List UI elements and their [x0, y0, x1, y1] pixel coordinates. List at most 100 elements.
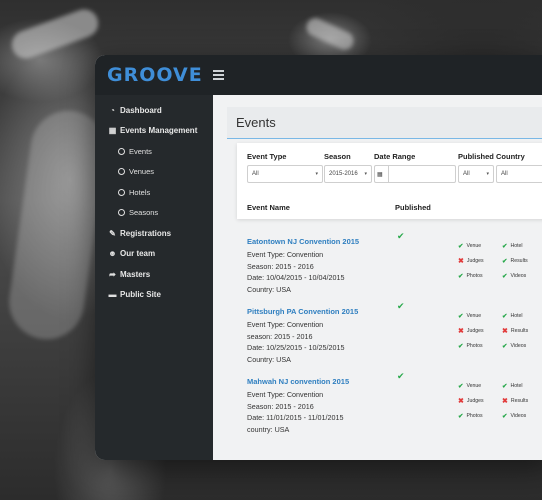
status-label: Photos	[466, 273, 483, 279]
status-hotel: ✔ Hotel	[502, 242, 523, 250]
sidebar-item-dashboard[interactable]: ◔ Dashboard	[95, 100, 213, 121]
check-icon: ✔	[458, 273, 464, 280]
status-results: ✖ Results	[502, 397, 528, 405]
status-label: Videos	[510, 343, 527, 349]
sidebar-item-label: Our team	[120, 249, 156, 259]
cross-icon: ✖	[502, 328, 508, 335]
status-photos: ✔ Photos	[458, 272, 483, 280]
folder-icon: ▬	[108, 290, 117, 300]
status-results: ✖ Results	[502, 327, 528, 335]
event-detail: Season: 2015 - 2016	[247, 401, 314, 411]
status-label: Venue	[466, 243, 482, 249]
event-row: Eatontown NJ Convention 2015 Event Type: …	[247, 231, 542, 305]
status-venue: ✔ Venue	[458, 242, 481, 250]
check-icon: ✔	[502, 273, 508, 280]
published-check-icon: ✔	[397, 301, 405, 311]
sidebar-item-label: Events Management	[120, 126, 198, 136]
event-detail: Date: 11/01/2015 - 11/01/2015	[247, 413, 344, 422]
check-icon: ✔	[458, 243, 464, 250]
event-row: Mahwah NJ convention 2015 Event Type: Con…	[247, 371, 542, 445]
share-icon: ➦	[109, 269, 116, 279]
cross-icon: ✖	[458, 398, 464, 405]
season-select[interactable]: 2015-2016 ▾	[324, 165, 372, 183]
country-value: All	[501, 171, 508, 177]
edit-icon: ✎	[109, 228, 116, 238]
status-label: Results	[510, 328, 529, 334]
date-range-input[interactable]	[388, 165, 456, 183]
sidebar-item-label: Dashboard	[120, 105, 162, 115]
event-name-link[interactable]: Eatontown NJ Convention 2015	[247, 237, 542, 246]
status-label: Venue	[466, 313, 482, 319]
status-judges: ✖ Judges	[458, 327, 484, 335]
page-header: Events	[227, 107, 542, 139]
event-detail: Country: USA	[247, 354, 291, 364]
status-venue: ✔ Venue	[458, 312, 481, 320]
status-label: Results	[510, 258, 528, 264]
event-detail: Event Type: Convention	[247, 250, 324, 259]
cross-icon: ✖	[502, 398, 508, 405]
status-photos: ✔ Photos	[458, 412, 483, 420]
status-label: Hotel	[510, 243, 523, 249]
status-judges: ✖ Judges	[458, 397, 484, 405]
event-detail: country: USA	[247, 424, 290, 434]
event-name-link[interactable]: Pittsburgh PA Convention 2015	[247, 307, 542, 316]
sidebar-item-events-management[interactable]: ▦ Events Management	[95, 121, 213, 142]
event-detail: Season: 2015 - 2016	[247, 261, 314, 271]
sidebar-item-our-team[interactable]: ☻ Our team	[95, 244, 213, 265]
cross-icon: ✖	[458, 328, 464, 335]
date-range-label: Date Range	[374, 152, 416, 161]
published-check-icon: ✔	[397, 371, 405, 381]
status-label: Photos	[466, 413, 483, 419]
sidebar-subitem-events[interactable]: Events	[95, 141, 213, 162]
calendar-icon: ▦	[108, 126, 117, 136]
sidebar-subitem-seasons[interactable]: Seasons	[95, 203, 213, 224]
event-row: Pittsburgh PA Convention 2015 Event Type:…	[247, 301, 542, 375]
sidebar-subitem-venues[interactable]: Venues	[95, 162, 213, 183]
check-icon: ✔	[502, 383, 508, 390]
event-type-label: Event Type	[247, 152, 287, 161]
published-select[interactable]: All ▾	[458, 165, 494, 183]
status-videos: ✔ Videos	[502, 342, 526, 350]
dashboard-icon: ◔	[110, 105, 115, 115]
sidebar-item-label: Public Site	[120, 290, 161, 300]
status-label: Venue	[466, 383, 482, 389]
sidebar-item-registrations[interactable]: ✎ Registrations	[95, 223, 213, 244]
circle-icon	[118, 168, 125, 176]
check-icon: ✔	[502, 413, 508, 420]
status-label: Hotel	[510, 313, 523, 319]
season-value: 2015-2016	[329, 171, 358, 177]
check-icon: ✔	[458, 313, 464, 320]
page-title: Events	[236, 115, 276, 130]
circle-icon	[118, 147, 125, 155]
column-header-published: Published	[395, 203, 431, 212]
sidebar: ◔ Dashboard ▦ Events Management Events Venues…	[95, 95, 213, 460]
event-detail: Event Type: Convention	[247, 320, 324, 329]
calendar-icon[interactable]: ▦	[374, 165, 388, 183]
status-label: Hotel	[510, 383, 523, 389]
status-label: Videos	[510, 273, 527, 279]
status-label: Judges	[466, 398, 484, 404]
users-icon: ☻	[108, 249, 117, 259]
status-label: Judges	[466, 258, 484, 264]
groove-logo[interactable]: GROOVE	[107, 64, 203, 86]
status-label: Photos	[466, 343, 483, 349]
chevron-down-icon: ▾	[315, 171, 318, 177]
event-detail: Date: 10/04/2015 - 10/04/2015	[247, 273, 345, 282]
status-judges: ✖ Judges	[458, 257, 484, 265]
event-detail: Date: 10/25/2015 - 10/25/2015	[247, 343, 345, 352]
sidebar-subitem-hotels[interactable]: Hotels	[95, 182, 213, 203]
check-icon: ✔	[502, 313, 508, 320]
event-type-select[interactable]: All ▾	[247, 165, 323, 183]
hamburger-menu-icon[interactable]	[212, 70, 224, 80]
sidebar-item-masters[interactable]: ➦ Masters	[95, 264, 213, 285]
status-hotel: ✔ Hotel	[502, 382, 523, 390]
check-icon: ✔	[458, 383, 464, 390]
sidebar-item-public-site[interactable]: ▬ Public Site	[95, 285, 213, 306]
cross-icon: ✖	[458, 258, 464, 265]
country-select[interactable]: All	[496, 165, 542, 183]
event-name-link[interactable]: Mahwah NJ convention 2015	[247, 377, 542, 386]
status-videos: ✔ Videos	[502, 272, 526, 280]
sidebar-item-label: Venues	[129, 167, 155, 177]
check-icon: ✔	[502, 258, 508, 265]
check-icon: ✔	[502, 243, 508, 250]
